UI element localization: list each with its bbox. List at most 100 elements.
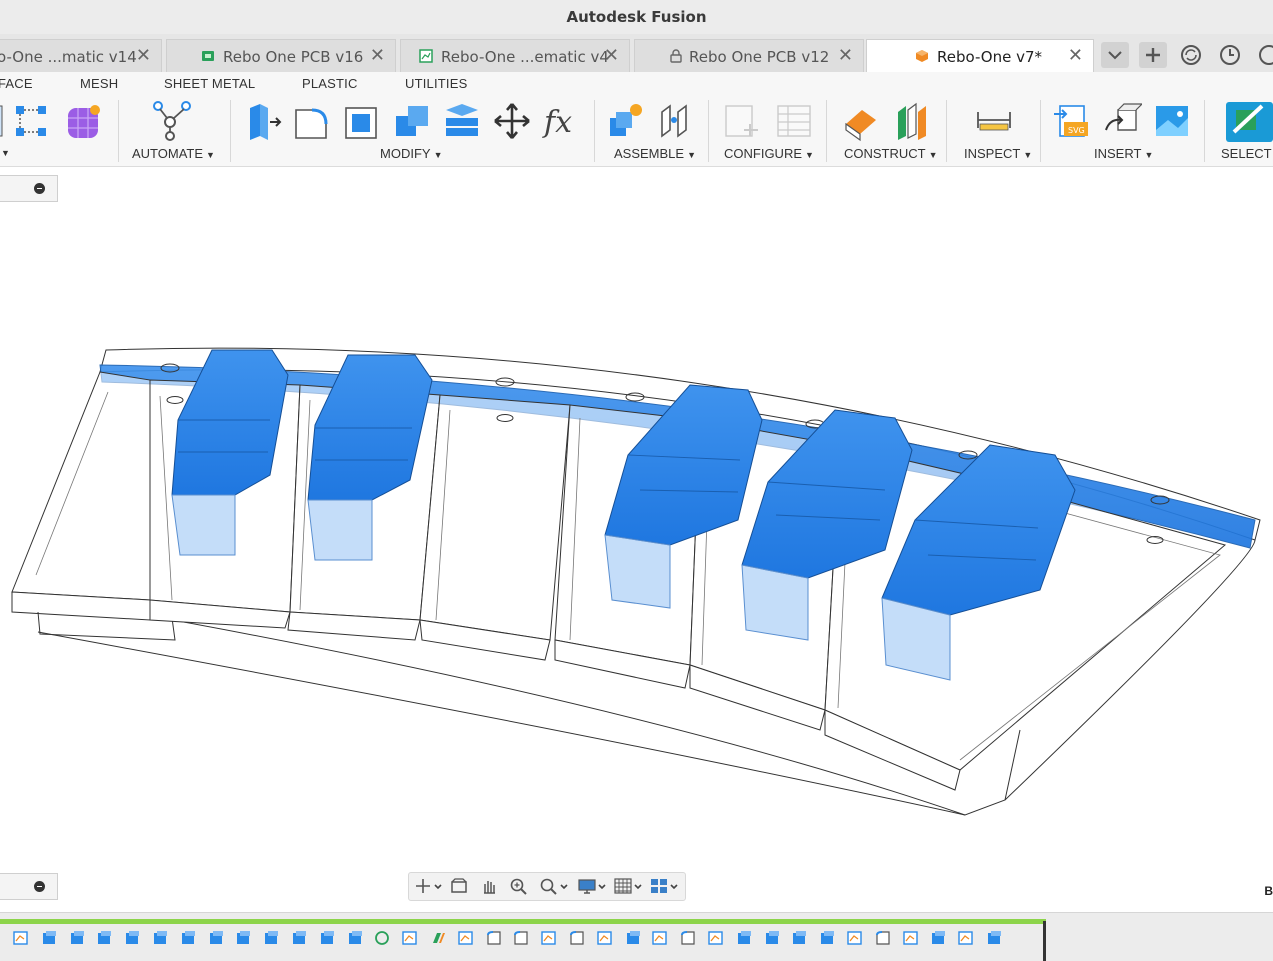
timeline-fillet-icon[interactable] (512, 929, 530, 947)
timeline-extrude-icon[interactable] (68, 929, 86, 947)
close-icon[interactable]: ✕ (370, 45, 385, 66)
timeline-extrude-icon[interactable] (318, 929, 336, 947)
timeline-sketch-icon[interactable] (457, 929, 475, 947)
tab-pcb-v12[interactable]: Rebo One PCB v12 ✕ (634, 39, 864, 72)
keyboard-model[interactable] (11, 347, 1261, 816)
timeline-sketch-icon[interactable] (596, 929, 614, 947)
automate-icon[interactable] (152, 100, 192, 142)
automate-menu[interactable]: AUTOMATE ▼ (132, 146, 215, 161)
timeline-extrude-icon[interactable] (290, 929, 308, 947)
insert-mesh-icon[interactable] (1102, 100, 1142, 142)
tab-overflow-button[interactable] (1101, 42, 1129, 68)
construct-menu[interactable]: CONSTRUCT ▼ (844, 146, 938, 161)
timeline-extrude-icon[interactable] (151, 929, 169, 947)
browser-panel-collapsed[interactable] (0, 175, 58, 202)
timeline-extrude-icon[interactable] (123, 929, 141, 947)
notifications-icon[interactable] (1258, 44, 1273, 66)
offset-plane-icon[interactable] (842, 100, 882, 142)
tab-pcb-v16[interactable]: Rebo One PCB v16 ✕ (166, 39, 396, 72)
pan-hand-icon[interactable] (479, 877, 499, 895)
timeline-box-icon[interactable] (818, 929, 836, 947)
zoom-icon[interactable] (509, 877, 529, 895)
chevron-down-icon[interactable] (559, 877, 569, 895)
close-icon[interactable]: ✕ (838, 45, 853, 66)
timeline-plane-icon[interactable] (429, 929, 447, 947)
configure-rules-icon[interactable] (774, 100, 814, 142)
shell-icon[interactable] (342, 100, 382, 142)
insert-svg-icon[interactable]: SVG (1052, 100, 1092, 142)
grid-settings-icon[interactable] (613, 877, 633, 895)
form-icon[interactable] (64, 100, 104, 142)
select-icon[interactable] (1226, 100, 1273, 142)
fillet-icon[interactable] (292, 100, 332, 142)
select-menu[interactable]: SELECT▼ (1221, 146, 1273, 161)
new-component-icon[interactable] (606, 100, 646, 142)
timeline-extrude-icon[interactable] (624, 929, 642, 947)
3d-viewport[interactable] (0, 205, 1273, 870)
modify-menu[interactable]: MODIFY ▼ (380, 146, 442, 161)
joint-icon[interactable] (656, 100, 696, 142)
create-icon[interactable] (0, 100, 10, 142)
timeline-fillet-icon[interactable] (485, 929, 503, 947)
close-icon[interactable]: ✕ (604, 45, 619, 66)
timeline-box-icon[interactable] (985, 929, 1003, 947)
timeline-sketch-icon[interactable] (540, 929, 558, 947)
timeline-move-icon[interactable] (373, 929, 391, 947)
timeline-sketch-icon[interactable] (651, 929, 669, 947)
chevron-down-icon[interactable] (633, 877, 643, 895)
inspect-menu[interactable]: INSPECT ▼ (964, 146, 1032, 161)
timeline-fillet-icon[interactable] (874, 929, 892, 947)
comments-panel-collapsed[interactable] (0, 873, 58, 900)
timeline-extrude-icon[interactable] (40, 929, 58, 947)
measure-icon[interactable] (974, 100, 1014, 142)
tab-schematic-v4[interactable]: Rebo-One ...ematic v4 ✕ (400, 39, 630, 72)
parameters-icon[interactable]: fx (542, 100, 582, 142)
close-icon[interactable]: ✕ (136, 45, 151, 66)
canvas-image-icon[interactable] (1152, 100, 1192, 142)
assemble-menu[interactable]: ASSEMBLE ▼ (614, 146, 696, 161)
insert-menu[interactable]: INSERT ▼ (1094, 146, 1153, 161)
configure-table-icon[interactable] (722, 100, 762, 142)
timeline-box-icon[interactable] (790, 929, 808, 947)
viewports-icon[interactable] (649, 877, 669, 895)
new-tab-button[interactable] (1139, 42, 1167, 68)
chevron-down-icon[interactable] (433, 877, 443, 895)
move-icon[interactable] (492, 100, 532, 142)
timeline-sketch-icon[interactable] (902, 929, 920, 947)
timeline-sketch-icon[interactable] (401, 929, 419, 947)
look-at-icon[interactable] (449, 877, 469, 895)
expand-icon[interactable] (34, 881, 45, 892)
configure-menu[interactable]: CONFIGURE ▼ (724, 146, 814, 161)
tab-rebo-one-v7[interactable]: Rebo-One v7* ✕ (866, 39, 1094, 72)
timeline-sketch-icon[interactable] (707, 929, 725, 947)
timeline-extrude-icon[interactable] (234, 929, 252, 947)
tab-mesh[interactable]: MESH (80, 76, 118, 91)
tab-utilities[interactable]: UTILITIES (405, 76, 467, 91)
tab-sheet-metal[interactable]: SHEET METAL (164, 76, 255, 91)
timeline-sketch-icon[interactable] (846, 929, 864, 947)
display-settings-icon[interactable] (577, 877, 597, 895)
chevron-down-icon[interactable] (597, 877, 607, 895)
timeline-extrude-icon[interactable] (262, 929, 280, 947)
timeline-extrude-icon[interactable] (95, 929, 113, 947)
timeline-sketch-icon[interactable] (957, 929, 975, 947)
timeline-fillet-icon[interactable] (679, 929, 697, 947)
timeline-box-icon[interactable] (929, 929, 947, 947)
tab-plastic[interactable]: PLASTIC (302, 76, 358, 91)
chevron-down-icon[interactable] (669, 877, 679, 895)
close-icon[interactable]: ✕ (1068, 45, 1083, 66)
orbit-icon[interactable] (413, 877, 433, 895)
plane-at-angle-icon[interactable] (892, 100, 932, 142)
timeline-box-icon[interactable] (346, 929, 364, 947)
timeline-sketch-icon[interactable] (12, 929, 30, 947)
timeline-extrude-icon[interactable] (179, 929, 197, 947)
create-group-caret[interactable]: ▼ (0, 144, 10, 159)
timeline-box-icon[interactable] (735, 929, 753, 947)
tab-schematic-v14[interactable]: o-One ...matic v14 ✕ (0, 39, 162, 72)
timeline-box-icon[interactable] (763, 929, 781, 947)
job-status-icon[interactable] (1180, 44, 1202, 66)
press-pull-icon[interactable] (244, 100, 284, 142)
timeline-marker[interactable] (1043, 921, 1046, 961)
offset-face-icon[interactable] (442, 100, 482, 142)
timeline-fillet-icon[interactable] (568, 929, 586, 947)
